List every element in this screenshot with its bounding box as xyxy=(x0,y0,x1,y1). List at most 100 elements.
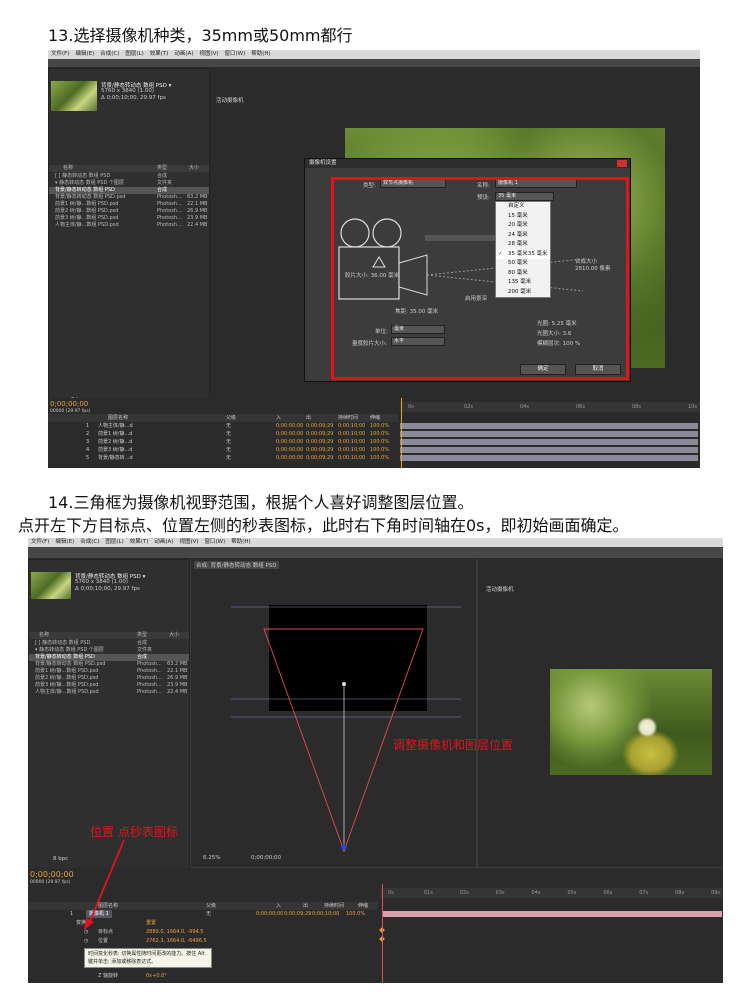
bpc-label[interactable]: 8 bpc xyxy=(53,856,68,862)
col-name: 名称 xyxy=(63,165,74,171)
layer-row[interactable]: 2 前景1 树/静...d 无 0;00;00;00 0;00;09;29 0;00;10… xyxy=(48,430,398,438)
time-ruler[interactable]: 0s 02s 04s 06s 08s 10s xyxy=(400,402,700,412)
layer-row[interactable]: 4 前景3 树/静...d 无 0;00;00;00 0;00;09;29 0;00;10… xyxy=(48,446,398,454)
menu-item[interactable]: 效果(T) xyxy=(150,50,169,59)
viewer-timecode[interactable]: 0;00;00;00 xyxy=(251,855,281,861)
layer-parent[interactable]: 无 xyxy=(226,422,231,430)
project-item-type: 文件夹 xyxy=(157,180,173,186)
project-item-name: 人物主体/静...数组 PSD.psd xyxy=(35,689,99,695)
project-item[interactable]: ▾ 静态转动态 数组 PSD 个图层 文件夹 xyxy=(29,647,189,654)
menu-item[interactable]: 合成(C) xyxy=(100,50,119,59)
playhead[interactable] xyxy=(382,884,383,983)
project-item[interactable]: 前景3 树/静...数组 PSD.psd Photosh... 23.9 MB xyxy=(29,682,189,689)
layer-bar[interactable] xyxy=(400,423,698,429)
z-rotation-row[interactable]: Z 轴旋转 0x+0.0° xyxy=(28,972,380,980)
layer-parent[interactable]: 无 xyxy=(226,438,231,446)
layer-bar[interactable] xyxy=(400,455,698,461)
menu-item[interactable]: 文件(F) xyxy=(31,538,49,547)
project-panel: 背景/静态转动态 数组 PSD ▾ 5760 x 3840 (1.00) Δ 0… xyxy=(48,68,210,440)
reset-link[interactable]: 重置 xyxy=(146,919,156,927)
position-row[interactable]: ◷ 位置 2762.3, 1664.0, -6496.5 xyxy=(28,937,380,945)
menu-item[interactable]: 动画(A) xyxy=(154,538,173,547)
project-item[interactable]: 前景1 树/静...数组 PSD.psd Photosh... 22.1 MB xyxy=(49,201,209,208)
menu-item[interactable]: 效果(T) xyxy=(130,538,149,547)
project-item[interactable]: [ ] 静态转动态 数组 PSD 合成 xyxy=(49,173,209,180)
layer-out: 0;00;09;29 xyxy=(306,447,334,453)
layer-row[interactable]: 5 背景/静态转...d 无 0;00;00;00 0;00;09;29 0;00;10;… xyxy=(48,454,398,462)
col-in: 入 xyxy=(276,415,282,421)
menu-item[interactable]: 图层(L) xyxy=(105,538,123,547)
layer-name[interactable]: 前景3 树/静...d xyxy=(98,446,132,454)
project-item-type: 合成 xyxy=(137,640,148,646)
comp-duration: Δ 0;00;10;00, 29.97 fps xyxy=(101,95,166,101)
project-item[interactable]: 背景/静态转动态 数组 PSD.psd Photosh... 63.2 MB xyxy=(49,194,209,201)
layer-parent[interactable]: 无 xyxy=(226,454,231,462)
project-item-type: Photosh... xyxy=(157,215,182,221)
dialog-title: 摄像机设置 xyxy=(305,159,630,168)
position-value[interactable]: 2762.3, 1664.0, -6496.5 xyxy=(146,937,207,945)
project-item-type: Photosh... xyxy=(157,194,182,200)
red-arrow-icon xyxy=(84,839,125,930)
menu-item[interactable]: 文件(F) xyxy=(51,50,69,59)
project-item[interactable]: 背景/静态转动态 数组 PSD.psd Photosh... 63.2 MB xyxy=(29,661,189,668)
project-item[interactable]: [ ] 静态转动态 数组 PSD 合成 xyxy=(29,640,189,647)
project-item[interactable]: 人物主体/静...数组 PSD.psd Photosh... 22.4 MB xyxy=(29,689,189,696)
menu-item[interactable]: 视图(V) xyxy=(199,50,218,59)
menu-item[interactable]: 帮助(H) xyxy=(251,50,270,59)
project-item[interactable]: 前景3 树/静...数组 PSD.psd Photosh... 23.9 MB xyxy=(49,215,209,222)
menu-item[interactable]: 动画(A) xyxy=(174,50,193,59)
project-header: 名称 类型 大小 xyxy=(49,165,209,172)
layer-num: 3 xyxy=(86,439,90,445)
target-value[interactable]: 2880.0, 1664.0, -994.5 xyxy=(146,928,203,936)
zoom-label[interactable]: 6.25% xyxy=(203,855,220,861)
step14-heading-line2: 点开左下方目标点、位置左侧的秒表图标，此时右下角时间轴在0s，即初始画面确定。 xyxy=(18,516,629,535)
layer-num: 5 xyxy=(86,455,90,461)
col-duration: 持续时间 xyxy=(324,903,345,909)
layer-bar[interactable] xyxy=(400,447,698,453)
annotation-adjust: 调整摄像机和图层位置 xyxy=(393,738,514,752)
menu-item[interactable]: 合成(C) xyxy=(80,538,99,547)
menu-item[interactable]: 帮助(H) xyxy=(231,538,250,547)
col-out: 出 xyxy=(303,903,309,909)
timeline-timecode[interactable]: 0;00;00;00 xyxy=(30,870,74,879)
layer-row[interactable]: 3 前景2 树/静...d 无 0;00;00;00 0;00;09;29 0;00;10… xyxy=(48,438,398,446)
project-item[interactable]: 前景2 树/静...数组 PSD.psd Photosh... 26.9 MB xyxy=(49,208,209,215)
layer-name[interactable]: 前景2 树/静...d xyxy=(98,438,132,446)
menu-item[interactable]: 图层(L) xyxy=(125,50,143,59)
project-item-name: 前景1 树/静...数组 PSD.psd xyxy=(55,201,119,207)
project-item[interactable]: 背景/静态转动态 数组 PSD 合成 xyxy=(29,654,189,661)
layer-parent[interactable]: 无 xyxy=(226,430,231,438)
menu-item[interactable]: 窗口(W) xyxy=(225,50,246,59)
project-item[interactable]: 人物主体/静...数组 PSD.psd Photosh... 22.4 MB xyxy=(49,222,209,229)
layer-name[interactable]: 背景/静态转...d xyxy=(98,454,133,462)
layer-bar[interactable] xyxy=(400,439,698,445)
project-item[interactable]: 前景2 树/静...数组 PSD.psd Photosh... 26.9 MB xyxy=(29,675,189,682)
layer-parent[interactable]: 无 xyxy=(226,446,231,454)
close-icon[interactable] xyxy=(617,160,627,167)
menu-item[interactable]: 编辑(E) xyxy=(55,538,74,547)
viewer-camera-label: 活动摄像机 xyxy=(486,587,514,593)
menu-item[interactable]: 窗口(W) xyxy=(205,538,226,547)
project-item-size: 26.9 MB xyxy=(167,675,188,681)
layer-name[interactable]: 前景1 树/静...d xyxy=(98,430,132,438)
project-item[interactable]: 背景/静态转动态 数组 PSD 合成 xyxy=(49,187,209,194)
playhead[interactable] xyxy=(401,398,402,468)
stopwatch-icon[interactable]: ◷ xyxy=(84,937,88,945)
layer-bar[interactable] xyxy=(400,431,698,437)
project-item-size: 22.4 MB xyxy=(187,222,208,228)
viewer-tab[interactable]: 合成: 背景/静态转动态 数组 PSD xyxy=(194,561,279,569)
time-ruler[interactable]: 0s 01s 02s 03s 04s 05s 06s 07s 08s 09s xyxy=(380,888,723,898)
layer-row[interactable]: 1 人物主体/静...d 无 0;00;00;00 0;00;09;29 0;00;10;… xyxy=(48,422,398,430)
project-item-name: [ ] 静态转动态 数组 PSD xyxy=(55,173,111,179)
project-item-size: 63.2 MB xyxy=(187,194,208,200)
menu-item[interactable]: 视图(V) xyxy=(179,538,198,547)
z-rotation-value[interactable]: 0x+0.0° xyxy=(146,972,167,980)
col-stretch: 伸缩 xyxy=(358,903,369,909)
layer-stretch: 100.0% xyxy=(370,423,390,429)
camera-layer-bar[interactable] xyxy=(382,911,722,917)
layer-name[interactable]: 人物主体/静...d xyxy=(98,422,133,430)
menu-item[interactable]: 编辑(E) xyxy=(75,50,94,59)
project-item[interactable]: 前景1 树/静...数组 PSD.psd Photosh... 22.1 MB xyxy=(29,668,189,675)
project-item[interactable]: ▾ 静态转动态 数组 PSD 个图层 文件夹 xyxy=(49,180,209,187)
timeline-timecode[interactable]: 0;00;00;00 xyxy=(50,400,88,408)
